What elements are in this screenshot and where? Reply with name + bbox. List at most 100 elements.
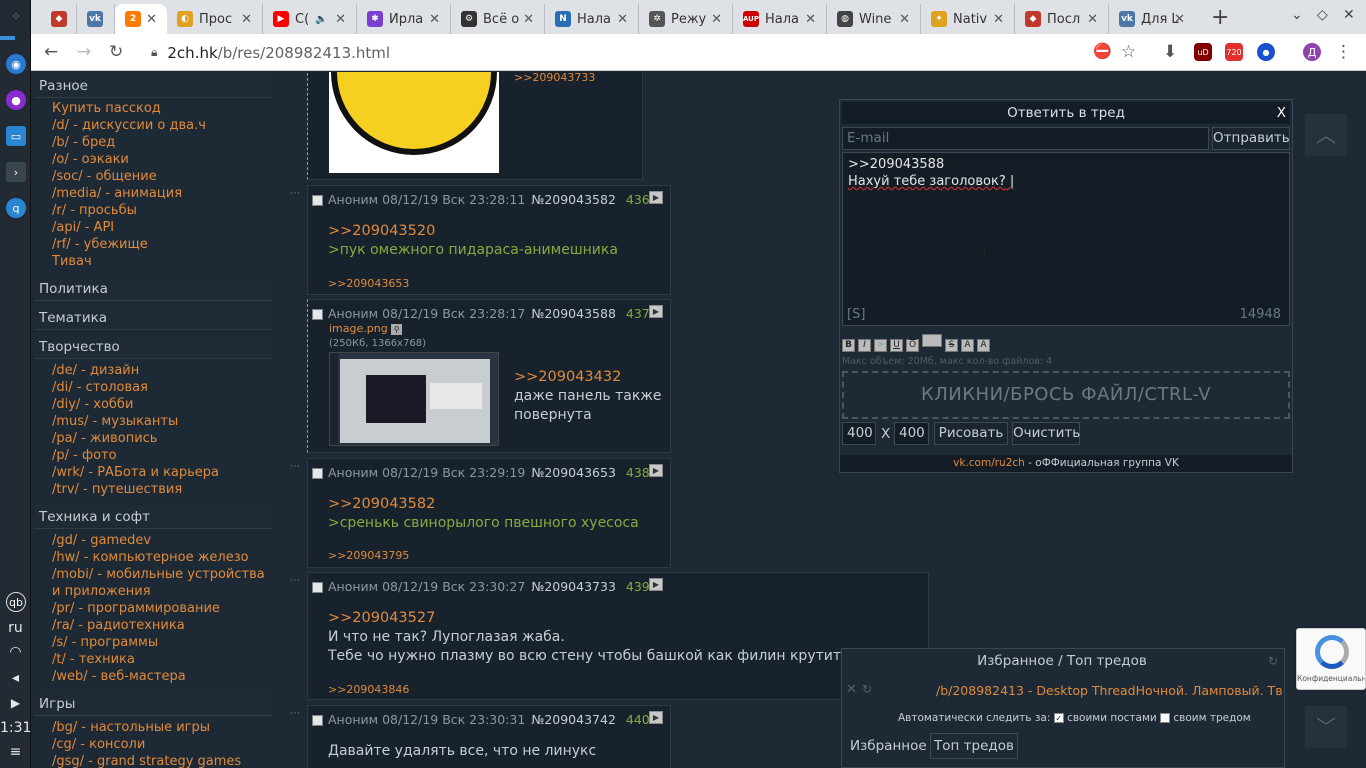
board-link[interactable]: /diy/ - хобби — [52, 397, 133, 412]
post-menu-dots[interactable]: ⋯ — [290, 708, 300, 719]
board-link[interactable]: /b/ - бред — [52, 135, 115, 150]
board-link[interactable]: /d/ - дискуссии о два.ч — [52, 118, 206, 133]
board-link[interactable]: /soc/ - общение — [52, 169, 157, 184]
bold-icon[interactable]: B — [842, 339, 855, 352]
category-raznoe[interactable]: Разное — [34, 76, 272, 98]
post-checkbox[interactable] — [312, 468, 323, 479]
board-link[interactable]: /bg/ - настольные игры — [52, 720, 210, 735]
board-link[interactable]: /wrk/ - РАБота и карьера — [52, 465, 219, 480]
board-link[interactable]: /rf/ - убежище — [52, 237, 148, 252]
board-link[interactable]: /t/ - техника — [52, 652, 135, 667]
canvas-height-input[interactable]: 400 — [894, 422, 929, 445]
tab-2[interactable]: vk — [77, 4, 115, 34]
expand-arrow-icon[interactable]: ▶ — [649, 191, 663, 204]
board-link[interactable]: /p/ - фото — [52, 448, 117, 463]
own-thread-checkbox[interactable] — [1160, 713, 1171, 723]
reply-link[interactable]: >>209043527 — [328, 610, 435, 626]
post-menu-dots[interactable]: ⋯ — [290, 575, 300, 586]
back-arrow-icon[interactable]: ← — [44, 42, 58, 62]
post-menu-dots[interactable]: ⋯ — [290, 188, 300, 199]
reply-link[interactable]: >>209043582 — [328, 496, 435, 512]
expand-arrow-icon[interactable]: ▶ — [649, 711, 663, 724]
expand-arrow-icon[interactable]: ▶ — [649, 305, 663, 318]
message-textarea[interactable]: >>209043588 Нахуй тебе заголовок? | [S] … — [842, 152, 1290, 326]
tab-10[interactable]: AUP Нала ✕ — [733, 4, 827, 34]
underline-icon[interactable]: U — [890, 339, 903, 352]
board-link[interactable]: /gsg/ - grand strategy games — [52, 754, 241, 768]
clear-button[interactable]: Очистить — [1012, 422, 1080, 445]
close-icon[interactable]: ✕ — [523, 12, 534, 27]
refresh-icon[interactable]: ↻ — [862, 682, 872, 696]
tab-search-chevron-icon[interactable]: ⌄ — [1291, 7, 1303, 23]
backlink[interactable]: >>209043653 — [328, 277, 409, 290]
tab-14[interactable]: vk Для L ✕ — [1109, 4, 1195, 34]
superscript-icon[interactable]: A — [961, 339, 974, 352]
camera-blocked-icon[interactable]: ⛔ — [1093, 42, 1112, 60]
files-icon[interactable]: ▭ — [6, 126, 26, 146]
subscript-icon[interactable]: A — [977, 339, 990, 352]
reload-icon[interactable]: ↻ — [109, 42, 123, 62]
tab-13[interactable]: ◆ Посл ✕ — [1015, 4, 1109, 34]
close-icon[interactable]: ✕ — [429, 12, 440, 27]
download-icon[interactable]: ⬇ — [1163, 42, 1177, 62]
board-link[interactable]: /mus/ - музыканты — [52, 414, 178, 429]
reply-link[interactable]: >>209043520 — [328, 223, 435, 239]
close-icon[interactable]: ✕ — [1087, 12, 1098, 27]
tab-1[interactable]: ◆ — [41, 4, 77, 34]
post-number[interactable]: №209043742 — [531, 712, 616, 727]
board-link[interactable]: /web/ - веб-мастера — [52, 669, 186, 684]
category-thematics[interactable]: Тематика — [34, 308, 272, 330]
wifi-icon[interactable]: ◠ — [0, 644, 31, 660]
tab-4[interactable]: ◐ Прос ✕ — [167, 4, 263, 34]
board-link[interactable]: /api/ - API — [52, 220, 114, 235]
minimize-icon[interactable]: ◇ — [1317, 7, 1328, 23]
quick-reply-header[interactable]: Ответить в тред X — [842, 102, 1290, 124]
tab-9[interactable]: ✲ Режу ✕ — [639, 4, 733, 34]
board-link[interactable]: /di/ - столовая — [52, 380, 148, 395]
menu-kebab-icon[interactable]: ⋮ — [1335, 42, 1352, 62]
close-icon[interactable]: ✕ — [146, 12, 157, 27]
scroll-up-button[interactable]: ︿ — [1305, 114, 1347, 156]
tab-12[interactable]: ✦ Nativ ✕ — [921, 4, 1015, 34]
recaptcha-badge[interactable]: Конфиденциальность — [1296, 628, 1366, 690]
post-number[interactable]: №209043733 — [531, 579, 616, 594]
strike-icon[interactable]: S — [945, 339, 958, 352]
board-link[interactable]: /trv/ - путешествия — [52, 482, 182, 497]
recaptcha-text[interactable]: Конфиденциальность — [1297, 674, 1365, 683]
spoiler-tag[interactable]: [S] — [847, 306, 865, 323]
post-number[interactable]: №209043588 — [531, 306, 616, 321]
board-link[interactable]: /pa/ - живопись — [52, 431, 157, 446]
backlink[interactable]: >>209043733 — [514, 72, 595, 84]
volume-icon[interactable]: ◂ — [0, 670, 31, 686]
close-icon[interactable]: ✕ — [711, 12, 722, 27]
tab-7[interactable]: ⚙ Всё о ✕ — [451, 4, 545, 34]
chrome-icon[interactable]: ◉ — [6, 54, 26, 74]
quote-icon[interactable]: > — [874, 339, 887, 352]
board-link[interactable]: и приложения — [52, 584, 151, 599]
activities-icon[interactable]: ⁘ — [6, 6, 26, 26]
post-menu-dots[interactable]: ⋯ — [290, 461, 300, 472]
close-button[interactable]: X — [1277, 102, 1286, 124]
own-posts-checkbox[interactable]: ✓ — [1053, 713, 1064, 723]
post-image-thumbnail[interactable] — [329, 72, 499, 173]
close-icon[interactable]: ✕ — [617, 12, 628, 27]
board-link[interactable]: /cg/ - консоли — [52, 737, 145, 752]
tab-3-active[interactable]: 2 ✕ — [115, 4, 167, 34]
close-window-icon[interactable]: ✕ — [1343, 7, 1355, 23]
search-icon[interactable]: ⚲ — [391, 324, 403, 335]
post-image-thumbnail[interactable] — [329, 352, 499, 446]
post-number[interactable]: №209043653 — [531, 465, 616, 480]
category-tech[interactable]: Техника и софт — [34, 507, 272, 529]
board-link[interactable]: /pr/ - программирование — [52, 601, 220, 616]
spoiler-icon[interactable] — [922, 334, 942, 347]
menu-icon[interactable]: ≡ — [0, 744, 31, 760]
file-name[interactable]: image.png ⚲ — [329, 322, 403, 335]
ublock-icon[interactable]: uD — [1194, 43, 1212, 61]
send-button[interactable]: Отправить — [1212, 127, 1290, 150]
close-icon[interactable]: ✕ — [1174, 12, 1185, 27]
draw-button[interactable]: Рисовать — [934, 422, 1008, 445]
board-link[interactable]: /de/ - дизайн — [52, 363, 139, 378]
tab-6[interactable]: ✱ Ирла ✕ — [357, 4, 451, 34]
overline-icon[interactable]: O — [906, 339, 919, 352]
canvas-width-input[interactable]: 400 — [842, 422, 876, 445]
